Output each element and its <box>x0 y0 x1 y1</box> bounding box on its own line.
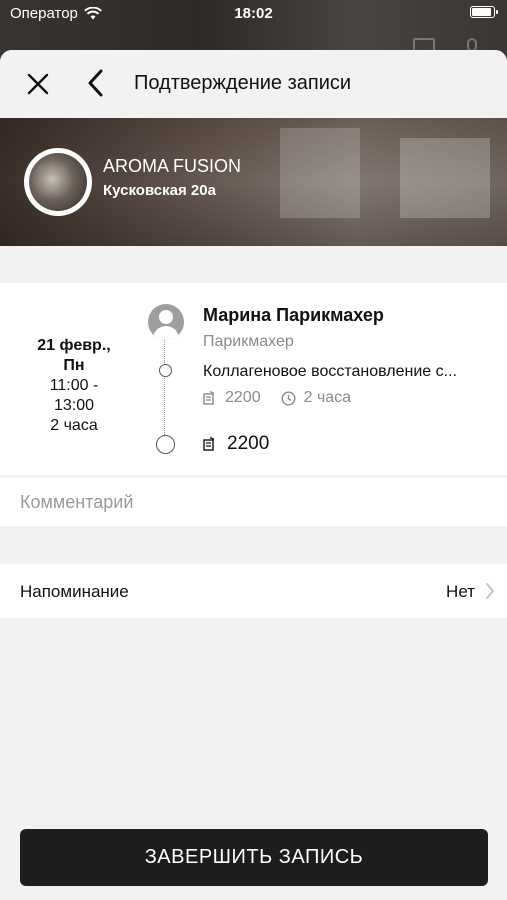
comment-row <box>0 478 507 526</box>
total-price: 2200 <box>203 433 269 455</box>
appointment-duration: 2 часа <box>50 417 98 434</box>
salon-header: AROMA FUSION Кусковская 20а <box>0 118 507 246</box>
appointment-datetime: 21 февр., Пн 11:00 - 13:00 2 часа <box>0 336 148 436</box>
hero-decor <box>400 138 490 218</box>
booking-confirmation-sheet: Подтверждение записи AROMA FUSION Кусков… <box>0 50 507 900</box>
salon-avatar <box>24 148 92 216</box>
reminder-label: Напоминание <box>20 582 129 601</box>
back-chevron-icon[interactable] <box>82 66 110 100</box>
timeline-service-dot <box>159 364 172 377</box>
appointment-time-start: 11:00 - <box>49 377 99 394</box>
service-name: Коллагеновое восстановление с... <box>203 363 457 380</box>
master-role: Парикмахер <box>203 333 294 350</box>
hero-decor <box>280 128 360 218</box>
service-duration: 2 часа <box>303 389 352 406</box>
salon-name: AROMA FUSION <box>103 156 242 176</box>
nav-bar: Подтверждение записи <box>0 50 507 118</box>
status-time: 18:02 <box>234 5 273 22</box>
salon-address: Кусковская 20а <box>103 182 216 199</box>
master-name: Марина Парикмахер <box>203 305 384 325</box>
comment-input[interactable] <box>20 488 480 516</box>
page-title: Подтверждение записи <box>134 72 352 94</box>
complete-booking-button[interactable]: ЗАВЕРШИТЬ ЗАПИСЬ <box>20 829 488 886</box>
battery-icon <box>470 6 498 18</box>
price-tag-icon <box>203 391 215 405</box>
appointment-weekday: Пн <box>63 357 85 374</box>
clock-icon <box>281 390 296 406</box>
master-avatar <box>148 304 184 340</box>
close-icon[interactable] <box>22 68 54 100</box>
reminder-row[interactable]: Напоминание Нет <box>0 564 507 618</box>
appointment-card: 21 февр., Пн 11:00 - 13:00 2 часа Марина… <box>0 283 507 475</box>
service-meta: 2200 2 часа <box>203 389 351 407</box>
timeline-end-dot <box>156 435 175 454</box>
price-tag-icon <box>203 437 215 451</box>
reminder-value: Нет <box>446 582 475 601</box>
total-price-value: 2200 <box>227 433 270 454</box>
appointment-date: 21 февр., <box>37 337 111 354</box>
appointment-time-end: 13:00 <box>53 397 95 414</box>
chevron-right-icon <box>486 583 495 599</box>
status-bar: Оператор 18:02 <box>0 0 507 28</box>
service-price: 2200 <box>225 389 261 406</box>
